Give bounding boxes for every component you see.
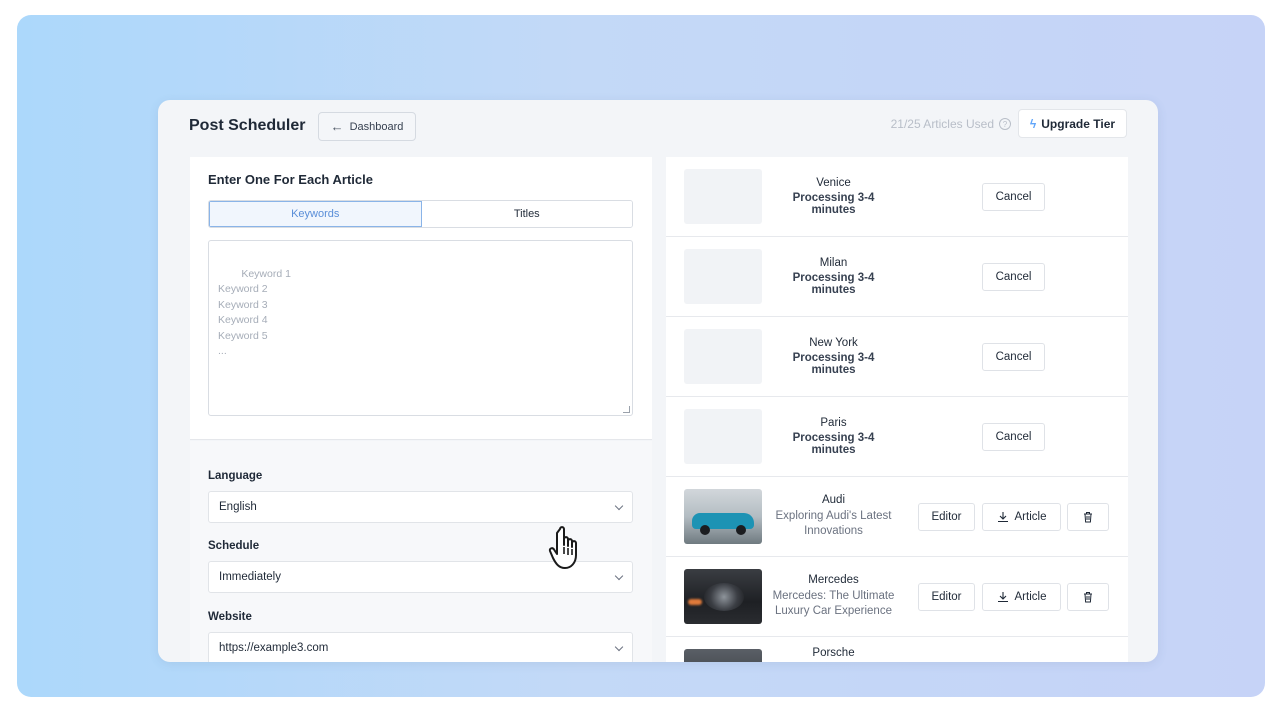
thumbnail-placeholder bbox=[684, 409, 762, 464]
download-article-button[interactable]: Article bbox=[982, 503, 1061, 531]
wheel bbox=[736, 525, 746, 535]
chevron-down-icon bbox=[614, 501, 624, 510]
delete-button[interactable] bbox=[1067, 503, 1109, 531]
thumbnail-placeholder bbox=[684, 169, 762, 224]
bolt-icon: ϟ bbox=[1029, 116, 1037, 131]
cancel-button[interactable]: Cancel bbox=[982, 343, 1045, 371]
schedule-value: Immediately bbox=[219, 571, 281, 583]
language-label: Language bbox=[208, 470, 263, 482]
chevron-down-icon bbox=[614, 571, 624, 580]
list-item: Paris Processing 3-4 minutes Cancel bbox=[666, 397, 1128, 477]
article-info: Venice Processing 3-4 minutes bbox=[771, 157, 896, 236]
article-label: Article bbox=[1014, 591, 1047, 603]
list-item: Venice Processing 3-4 minutes Cancel bbox=[666, 157, 1128, 237]
download-article-button[interactable]: Article bbox=[982, 583, 1061, 611]
list-item: Milan Processing 3-4 minutes Cancel bbox=[666, 237, 1128, 317]
list-item: Mercedes Mercedes: The Ultimate Luxury C… bbox=[666, 557, 1128, 637]
car-thumbnail bbox=[684, 569, 762, 624]
car-thumbnail bbox=[684, 649, 762, 662]
page-title: Post Scheduler bbox=[189, 117, 306, 134]
cancel-button[interactable]: Cancel bbox=[982, 423, 1045, 451]
processing-status: Processing 3-4 minutes bbox=[792, 272, 875, 296]
trash-icon bbox=[1084, 512, 1092, 523]
article-name: Milan bbox=[819, 257, 848, 269]
website-label: Website bbox=[208, 611, 252, 623]
car-thumbnail bbox=[684, 489, 762, 544]
article-label: Article bbox=[1014, 511, 1047, 523]
app-window: Post Scheduler ← Dashboard 21/25 Article… bbox=[158, 100, 1158, 662]
panel-title: Enter One For Each Article bbox=[208, 172, 373, 187]
tab-keywords[interactable]: Keywords bbox=[209, 201, 422, 227]
arrow-left-icon: ← bbox=[330, 119, 344, 134]
list-item: Porsche bbox=[666, 637, 1128, 662]
upgrade-tier-button[interactable]: ϟ Upgrade Tier bbox=[1018, 109, 1127, 138]
dashboard-button[interactable]: ← Dashboard bbox=[318, 112, 416, 141]
language-value: English bbox=[219, 501, 257, 513]
article-info: Porsche bbox=[771, 637, 896, 662]
thumbnail-placeholder bbox=[684, 329, 762, 384]
editor-button[interactable]: Editor bbox=[918, 583, 975, 611]
background: Post Scheduler ← Dashboard 21/25 Article… bbox=[17, 15, 1265, 697]
article-description: Exploring Audi's Latest Innovations bbox=[775, 509, 892, 538]
article-info: Mercedes Mercedes: The Ultimate Luxury C… bbox=[771, 557, 896, 636]
list-item: New York Processing 3-4 minutes Cancel bbox=[666, 317, 1128, 397]
tab-titles[interactable]: Titles bbox=[421, 201, 632, 227]
article-info: Paris Processing 3-4 minutes bbox=[771, 397, 896, 476]
article-info: Audi Exploring Audi's Latest Innovations bbox=[771, 477, 896, 556]
article-name: Audi bbox=[821, 493, 846, 506]
language-select[interactable]: English bbox=[208, 491, 633, 523]
schedule-label: Schedule bbox=[208, 540, 260, 552]
article-info: Milan Processing 3-4 minutes bbox=[771, 237, 896, 316]
info-icon[interactable]: ? bbox=[999, 118, 1011, 130]
keywords-panel: Enter One For Each Article Keywords Titl… bbox=[190, 157, 652, 440]
cancel-button[interactable]: Cancel bbox=[982, 263, 1045, 291]
car-light bbox=[688, 599, 702, 605]
usage-indicator: 21/25 Articles Used ? bbox=[891, 117, 1011, 131]
trash-icon bbox=[1084, 592, 1092, 603]
dashboard-label: Dashboard bbox=[349, 120, 404, 133]
keywords-textarea[interactable]: Keyword 1 Keyword 2 Keyword 3 Keyword 4 … bbox=[208, 240, 633, 416]
article-description: Mercedes: The Ultimate Luxury Car Experi… bbox=[772, 589, 895, 618]
resize-handle[interactable] bbox=[623, 406, 630, 413]
download-icon bbox=[997, 592, 1008, 603]
article-name: New York bbox=[809, 337, 858, 349]
article-name: Mercedes bbox=[808, 573, 859, 586]
keywords-placeholder: Keyword 1 Keyword 2 Keyword 3 Keyword 4 … bbox=[218, 267, 291, 358]
delete-button[interactable] bbox=[1067, 583, 1109, 611]
processing-status: Processing 3-4 minutes bbox=[792, 352, 875, 376]
article-info: New York Processing 3-4 minutes bbox=[771, 317, 896, 396]
processing-status: Processing 3-4 minutes bbox=[792, 432, 875, 456]
editor-button[interactable]: Editor bbox=[918, 503, 975, 531]
thumbnail-placeholder bbox=[684, 249, 762, 304]
download-icon bbox=[997, 512, 1008, 523]
article-name: Venice bbox=[816, 177, 851, 189]
usage-text: 21/25 Articles Used bbox=[890, 117, 994, 131]
input-mode-toggle: Keywords Titles bbox=[208, 200, 633, 228]
articles-list: Venice Processing 3-4 minutes Cancel Mil… bbox=[666, 157, 1128, 662]
hand-cursor-icon bbox=[548, 526, 577, 569]
car-grille bbox=[704, 583, 744, 611]
chevron-down-icon bbox=[614, 642, 624, 651]
wheel bbox=[700, 525, 710, 535]
article-name: Porsche bbox=[812, 647, 855, 659]
upgrade-label: Upgrade Tier bbox=[1041, 116, 1116, 131]
list-item: Audi Exploring Audi's Latest Innovations… bbox=[666, 477, 1128, 557]
cancel-button[interactable]: Cancel bbox=[982, 183, 1045, 211]
website-select[interactable]: https://example3.com bbox=[208, 632, 633, 662]
website-value: https://example3.com bbox=[219, 642, 329, 654]
processing-status: Processing 3-4 minutes bbox=[792, 192, 875, 216]
article-name: Paris bbox=[820, 417, 847, 429]
